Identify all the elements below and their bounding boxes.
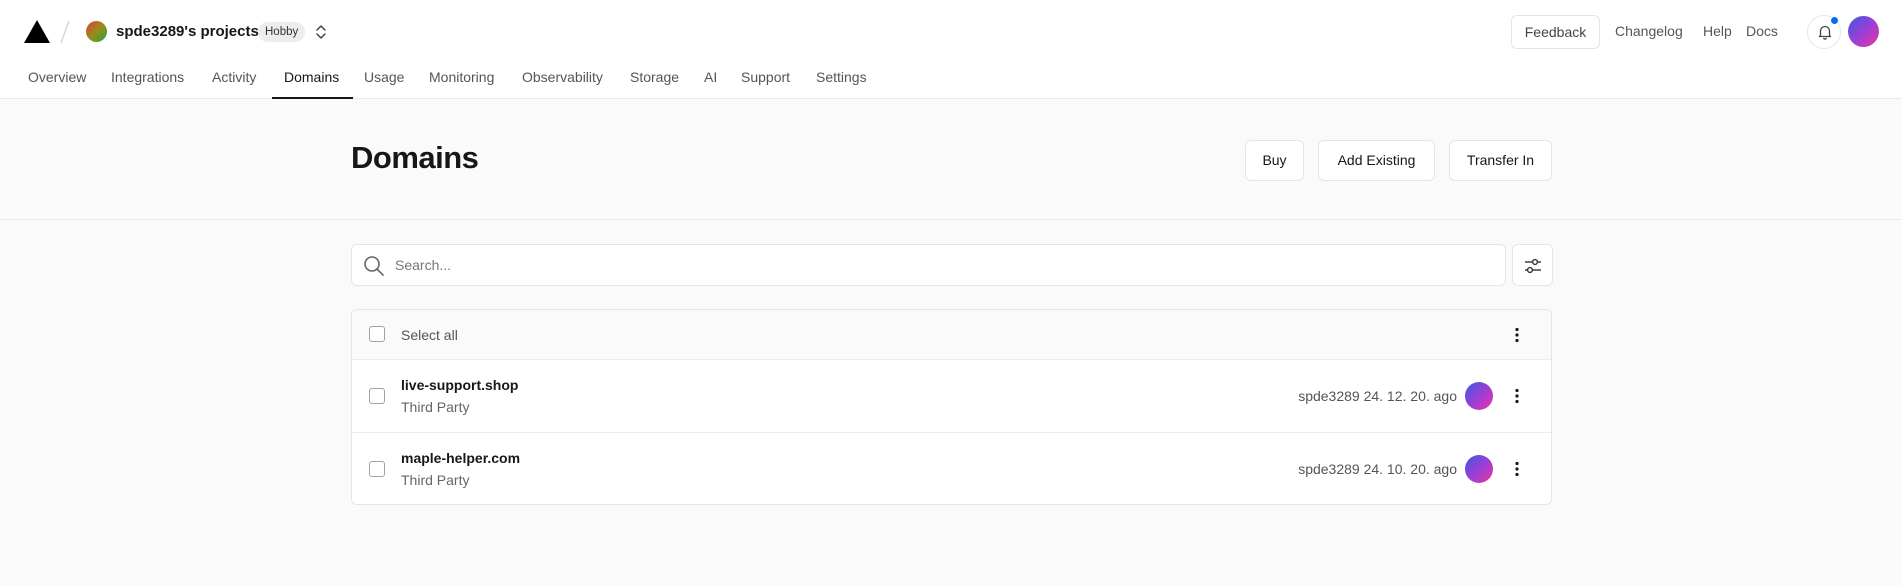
changelog-link[interactable]: Changelog [1615, 23, 1683, 39]
bell-icon [1818, 25, 1832, 40]
search-icon [364, 256, 384, 276]
tab-integrations[interactable]: Integrations [111, 69, 184, 85]
help-link[interactable]: Help [1703, 23, 1732, 39]
tab-observability[interactable]: Observability [522, 69, 603, 85]
row-checkbox[interactable] [369, 461, 385, 477]
domains-table: Select all live-support.shop Third Party… [351, 309, 1552, 505]
avatar [1465, 382, 1493, 410]
filter-sliders-icon [1525, 258, 1541, 274]
table-row[interactable]: live-support.shop Third Party spde3289 2… [352, 360, 1551, 433]
slash-separator-icon [60, 20, 70, 44]
docs-link[interactable]: Docs [1746, 23, 1778, 39]
domain-meta: spde3289 24. 12. 20. ago [1298, 388, 1457, 404]
user-avatar[interactable] [1848, 16, 1879, 47]
domain-meta: spde3289 24. 10. 20. ago [1298, 461, 1457, 477]
tab-storage[interactable]: Storage [630, 69, 679, 85]
table-header-row: Select all [352, 310, 1551, 360]
search-input[interactable] [395, 245, 1495, 285]
domain-registrar: Third Party [401, 472, 470, 488]
team-avatar[interactable] [86, 21, 107, 42]
transfer-in-button[interactable]: Transfer In [1449, 140, 1552, 181]
tab-monitoring[interactable]: Monitoring [429, 69, 494, 85]
row-checkbox[interactable] [369, 388, 385, 404]
tab-settings[interactable]: Settings [816, 69, 867, 85]
search-box [351, 244, 1506, 286]
tab-activity[interactable]: Activity [212, 69, 256, 85]
vercel-logo-icon[interactable] [24, 20, 50, 43]
avatar [1465, 455, 1493, 483]
tab-usage[interactable]: Usage [364, 69, 404, 85]
notification-dot [1830, 16, 1839, 25]
chevron-up-down-icon[interactable] [313, 22, 329, 42]
add-existing-button[interactable]: Add Existing [1318, 140, 1435, 181]
select-all-label: Select all [401, 327, 458, 343]
more-vertical-icon[interactable] [1507, 459, 1527, 479]
tab-support[interactable]: Support [741, 69, 790, 85]
tab-domains[interactable]: Domains [284, 69, 339, 85]
domain-name[interactable]: live-support.shop [401, 377, 518, 393]
tab-ai[interactable]: AI [704, 69, 717, 85]
page-header [0, 99, 1902, 220]
more-vertical-icon[interactable] [1507, 325, 1527, 345]
select-all-checkbox[interactable] [369, 326, 385, 342]
top-navigation-bar: spde3289's projects Hobby Feedback Chang… [0, 0, 1902, 99]
buy-button[interactable]: Buy [1245, 140, 1304, 181]
table-row[interactable]: maple-helper.com Third Party spde3289 24… [352, 433, 1551, 504]
plan-badge: Hobby [258, 22, 306, 42]
filter-button[interactable] [1512, 244, 1553, 286]
more-vertical-icon[interactable] [1507, 386, 1527, 406]
domain-name[interactable]: maple-helper.com [401, 450, 520, 466]
feedback-button[interactable]: Feedback [1511, 15, 1600, 49]
tab-overview[interactable]: Overview [28, 69, 86, 85]
page-title: Domains [351, 140, 479, 175]
domain-registrar: Third Party [401, 399, 470, 415]
team-name[interactable]: spde3289's projects [116, 23, 259, 40]
